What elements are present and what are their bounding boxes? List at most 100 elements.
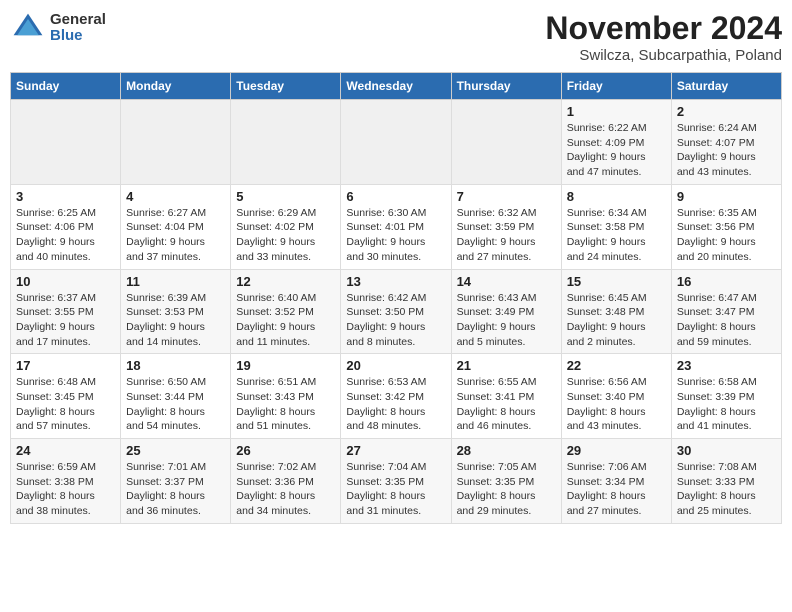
week-row-5: 24 Sunrise: 6:59 AM Sunset: 3:38 PM Dayli… — [11, 439, 782, 524]
day-number: 21 — [457, 358, 556, 373]
calendar-cell: 16 Sunrise: 6:47 AM Sunset: 3:47 PM Dayli… — [671, 269, 781, 354]
header-day-friday: Friday — [561, 73, 671, 100]
day-info: Sunrise: 7:05 AM Sunset: 3:35 PM Dayligh… — [457, 460, 556, 519]
day-info: Sunrise: 6:42 AM Sunset: 3:50 PM Dayligh… — [346, 291, 445, 350]
calendar-cell: 19 Sunrise: 6:51 AM Sunset: 3:43 PM Dayli… — [231, 354, 341, 439]
day-info: Sunrise: 6:55 AM Sunset: 3:41 PM Dayligh… — [457, 375, 556, 434]
calendar-cell: 24 Sunrise: 6:59 AM Sunset: 3:38 PM Dayli… — [11, 439, 121, 524]
day-info: Sunrise: 6:56 AM Sunset: 3:40 PM Dayligh… — [567, 375, 666, 434]
day-info: Sunrise: 6:43 AM Sunset: 3:49 PM Dayligh… — [457, 291, 556, 350]
logo-text: General Blue — [50, 12, 106, 45]
main-title: November 2024 — [545, 10, 782, 47]
calendar-cell: 22 Sunrise: 6:56 AM Sunset: 3:40 PM Dayli… — [561, 354, 671, 439]
calendar-cell: 23 Sunrise: 6:58 AM Sunset: 3:39 PM Dayli… — [671, 354, 781, 439]
calendar-cell: 27 Sunrise: 7:04 AM Sunset: 3:35 PM Dayli… — [341, 439, 451, 524]
calendar-cell: 15Sunrise: 6:45 AM Sunset: 3:48 PM Dayli… — [561, 269, 671, 354]
calendar-cell: 8 Sunrise: 6:34 AM Sunset: 3:58 PM Daylig… — [561, 184, 671, 269]
calendar-cell: 14 Sunrise: 6:43 AM Sunset: 3:49 PM Dayli… — [451, 269, 561, 354]
header-day-monday: Monday — [121, 73, 231, 100]
day-info: Sunrise: 6:51 AM Sunset: 3:43 PM Dayligh… — [236, 375, 335, 434]
day-info: Sunrise: 6:58 AM Sunset: 3:39 PM Dayligh… — [677, 375, 776, 434]
day-number: 26 — [236, 443, 335, 458]
day-info: Sunrise: 6:40 AM Sunset: 3:52 PM Dayligh… — [236, 291, 335, 350]
week-row-1: 1Sunrise: 6:22 AM Sunset: 4:09 PM Daylig… — [11, 100, 782, 185]
calendar-cell: 25 Sunrise: 7:01 AM Sunset: 3:37 PM Dayli… — [121, 439, 231, 524]
day-info: Sunrise: 7:06 AM Sunset: 3:34 PM Dayligh… — [567, 460, 666, 519]
day-number: 11 — [126, 274, 225, 289]
logo-general-text: General — [50, 12, 106, 29]
calendar-cell: 10 Sunrise: 6:37 AM Sunset: 3:55 PM Dayli… — [11, 269, 121, 354]
week-row-4: 17Sunrise: 6:48 AM Sunset: 3:45 PM Dayli… — [11, 354, 782, 439]
calendar-cell: 29 Sunrise: 7:06 AM Sunset: 3:34 PM Dayli… — [561, 439, 671, 524]
day-number: 14 — [457, 274, 556, 289]
day-number: 10 — [16, 274, 115, 289]
day-number: 27 — [346, 443, 445, 458]
day-number: 20 — [346, 358, 445, 373]
day-number: 13 — [346, 274, 445, 289]
day-number: 19 — [236, 358, 335, 373]
header-day-tuesday: Tuesday — [231, 73, 341, 100]
calendar-table: SundayMondayTuesdayWednesdayThursdayFrid… — [10, 72, 782, 524]
day-info: Sunrise: 6:37 AM Sunset: 3:55 PM Dayligh… — [16, 291, 115, 350]
day-info: Sunrise: 6:48 AM Sunset: 3:45 PM Dayligh… — [16, 375, 115, 434]
week-row-3: 10 Sunrise: 6:37 AM Sunset: 3:55 PM Dayli… — [11, 269, 782, 354]
header-row: SundayMondayTuesdayWednesdayThursdayFrid… — [11, 73, 782, 100]
header-day-saturday: Saturday — [671, 73, 781, 100]
day-number: 30 — [677, 443, 776, 458]
calendar-cell: 18Sunrise: 6:50 AM Sunset: 3:44 PM Dayli… — [121, 354, 231, 439]
day-number: 25 — [126, 443, 225, 458]
day-number: 15 — [567, 274, 666, 289]
calendar-cell: 30 Sunrise: 7:08 AM Sunset: 3:33 PM Dayli… — [671, 439, 781, 524]
day-info: Sunrise: 7:02 AM Sunset: 3:36 PM Dayligh… — [236, 460, 335, 519]
day-info: Sunrise: 6:24 AM Sunset: 4:07 PM Dayligh… — [677, 121, 776, 180]
day-info: Sunrise: 6:27 AM Sunset: 4:04 PM Dayligh… — [126, 206, 225, 265]
day-number: 16 — [677, 274, 776, 289]
calendar-cell: 26 Sunrise: 7:02 AM Sunset: 3:36 PM Dayli… — [231, 439, 341, 524]
day-info: Sunrise: 6:30 AM Sunset: 4:01 PM Dayligh… — [346, 206, 445, 265]
calendar-cell: 7Sunrise: 6:32 AM Sunset: 3:59 PM Daylig… — [451, 184, 561, 269]
day-info: Sunrise: 7:01 AM Sunset: 3:37 PM Dayligh… — [126, 460, 225, 519]
calendar-cell: 5 Sunrise: 6:29 AM Sunset: 4:02 PM Daylig… — [231, 184, 341, 269]
day-info: Sunrise: 6:59 AM Sunset: 3:38 PM Dayligh… — [16, 460, 115, 519]
day-number: 18 — [126, 358, 225, 373]
day-info: Sunrise: 6:29 AM Sunset: 4:02 PM Dayligh… — [236, 206, 335, 265]
day-info: Sunrise: 6:32 AM Sunset: 3:59 PM Dayligh… — [457, 206, 556, 265]
calendar-cell — [11, 100, 121, 185]
day-info: Sunrise: 7:08 AM Sunset: 3:33 PM Dayligh… — [677, 460, 776, 519]
calendar-cell: 3 Sunrise: 6:25 AM Sunset: 4:06 PM Daylig… — [11, 184, 121, 269]
day-number: 3 — [16, 189, 115, 204]
day-info: Sunrise: 6:47 AM Sunset: 3:47 PM Dayligh… — [677, 291, 776, 350]
day-info: Sunrise: 6:34 AM Sunset: 3:58 PM Dayligh… — [567, 206, 666, 265]
day-number: 2 — [677, 104, 776, 119]
header-day-thursday: Thursday — [451, 73, 561, 100]
day-number: 29 — [567, 443, 666, 458]
calendar-cell: 11Sunrise: 6:39 AM Sunset: 3:53 PM Dayli… — [121, 269, 231, 354]
calendar-cell — [451, 100, 561, 185]
calendar-cell: 12Sunrise: 6:40 AM Sunset: 3:52 PM Dayli… — [231, 269, 341, 354]
day-info: Sunrise: 6:22 AM Sunset: 4:09 PM Dayligh… — [567, 121, 666, 180]
day-number: 9 — [677, 189, 776, 204]
day-number: 6 — [346, 189, 445, 204]
calendar-cell — [231, 100, 341, 185]
day-number: 5 — [236, 189, 335, 204]
day-number: 4 — [126, 189, 225, 204]
logo: General Blue — [10, 10, 106, 46]
header-day-sunday: Sunday — [11, 73, 121, 100]
day-info: Sunrise: 6:25 AM Sunset: 4:06 PM Dayligh… — [16, 206, 115, 265]
calendar-cell: 1Sunrise: 6:22 AM Sunset: 4:09 PM Daylig… — [561, 100, 671, 185]
day-number: 8 — [567, 189, 666, 204]
day-info: Sunrise: 7:04 AM Sunset: 3:35 PM Dayligh… — [346, 460, 445, 519]
day-number: 22 — [567, 358, 666, 373]
logo-blue-text: Blue — [50, 28, 106, 45]
calendar-cell: 28Sunrise: 7:05 AM Sunset: 3:35 PM Dayli… — [451, 439, 561, 524]
day-number: 24 — [16, 443, 115, 458]
calendar-cell: 21 Sunrise: 6:55 AM Sunset: 3:41 PM Dayli… — [451, 354, 561, 439]
calendar-cell: 9Sunrise: 6:35 AM Sunset: 3:56 PM Daylig… — [671, 184, 781, 269]
logo-icon — [10, 10, 46, 46]
calendar-cell: 17Sunrise: 6:48 AM Sunset: 3:45 PM Dayli… — [11, 354, 121, 439]
calendar-cell: 6 Sunrise: 6:30 AM Sunset: 4:01 PM Daylig… — [341, 184, 451, 269]
day-number: 23 — [677, 358, 776, 373]
calendar-cell: 2 Sunrise: 6:24 AM Sunset: 4:07 PM Daylig… — [671, 100, 781, 185]
calendar-cell: 20Sunrise: 6:53 AM Sunset: 3:42 PM Dayli… — [341, 354, 451, 439]
header: General Blue November 2024 Swilcza, Subc… — [10, 10, 782, 64]
